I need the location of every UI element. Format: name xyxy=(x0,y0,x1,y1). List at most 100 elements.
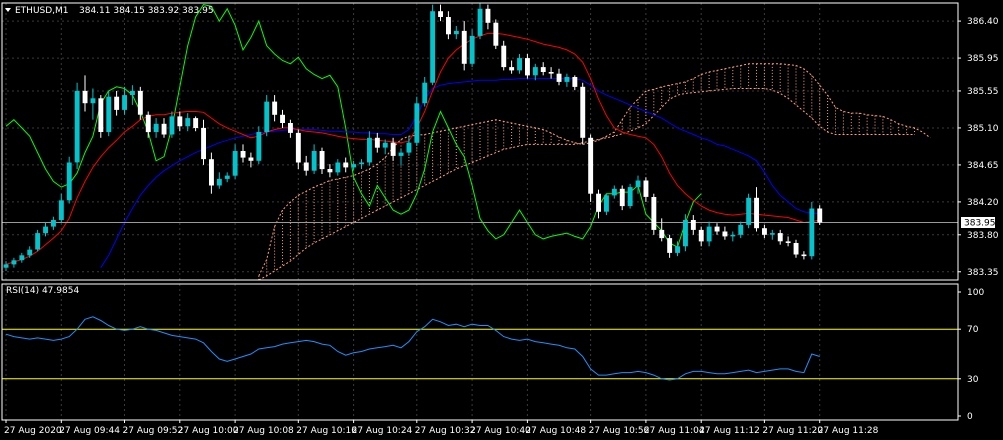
candle-body xyxy=(137,90,143,115)
candle-body xyxy=(762,228,767,235)
candle-body xyxy=(382,142,388,148)
candle-body xyxy=(343,162,349,168)
candle-body xyxy=(619,188,625,207)
time-label: 27 Aug 09:52 xyxy=(123,426,184,436)
candle-body xyxy=(651,197,657,230)
candle-body xyxy=(611,188,617,196)
candle-body xyxy=(359,162,364,165)
time-label: 27 Aug 10:32 xyxy=(415,426,476,436)
candle-body xyxy=(817,208,823,223)
candle-body xyxy=(635,180,641,188)
candle-body xyxy=(106,96,112,132)
candle-body xyxy=(698,229,704,242)
candle-body xyxy=(256,132,262,161)
candle-body xyxy=(406,142,412,153)
candle-body xyxy=(509,67,515,71)
candle-body xyxy=(493,22,499,46)
candle[interactable] xyxy=(98,95,104,138)
candle[interactable] xyxy=(580,82,586,145)
candle-body xyxy=(683,220,688,247)
candle-body xyxy=(501,45,507,68)
candle-body xyxy=(801,254,807,257)
candle-body xyxy=(98,98,104,132)
time-label: 27 Aug 10:16 xyxy=(296,426,357,436)
rsi-tick-label: 30 xyxy=(967,375,979,385)
time-label: 27 Aug 10:24 xyxy=(352,426,413,436)
current-price-label: 383.95 xyxy=(964,219,996,229)
candle-body xyxy=(51,220,56,227)
candle-body xyxy=(422,82,428,104)
candle[interactable] xyxy=(493,19,499,50)
rsi-tick-label: 70 xyxy=(967,325,979,335)
candle-body xyxy=(216,178,222,186)
candle[interactable] xyxy=(430,4,436,86)
candle[interactable] xyxy=(74,82,80,170)
candle[interactable] xyxy=(66,156,72,204)
candle-body xyxy=(572,77,578,87)
candle[interactable] xyxy=(588,134,594,202)
candle[interactable] xyxy=(746,193,752,229)
candle[interactable] xyxy=(414,96,420,147)
time-label: 27 Aug 11:20 xyxy=(762,426,823,436)
candle-body xyxy=(351,164,357,168)
rsi-tick-label: 100 xyxy=(967,288,984,298)
candle[interactable] xyxy=(651,193,657,235)
candle-body xyxy=(145,114,151,133)
candle-body xyxy=(548,72,554,74)
candle-body xyxy=(532,67,538,76)
candle-body xyxy=(248,157,254,161)
candle-body xyxy=(398,152,404,156)
candle-body xyxy=(461,30,467,64)
candle-body xyxy=(769,233,775,235)
candle-body xyxy=(27,249,33,256)
rsi-tick-label: 0 xyxy=(967,412,973,422)
candle-body xyxy=(793,243,799,255)
candle[interactable] xyxy=(106,90,112,137)
candle-body xyxy=(201,127,206,160)
candle-body xyxy=(754,197,759,229)
candle-body xyxy=(706,226,712,242)
candle-body xyxy=(667,238,673,253)
candle[interactable] xyxy=(627,183,633,209)
price-tick-label: 385.95 xyxy=(967,54,999,64)
candle-body xyxy=(785,241,791,243)
price-tick-label: 385.10 xyxy=(967,124,999,134)
candle-body xyxy=(580,86,586,138)
candle-body xyxy=(556,73,562,82)
candle-body xyxy=(722,231,728,237)
time-label: 27 Aug 11:04 xyxy=(644,426,705,436)
price-tick-label: 384.65 xyxy=(967,161,999,171)
main-header: ETHUSD,M1 384.11 384.15 383.92 383.95 xyxy=(5,6,214,16)
symbol-label: ETHUSD,M1 xyxy=(15,6,69,16)
candle-body xyxy=(453,30,459,35)
candle-body xyxy=(90,98,96,104)
candle-body xyxy=(35,233,41,250)
candle-body xyxy=(295,132,301,163)
time-label: 27 Aug 11:12 xyxy=(699,426,760,436)
price-tick-label: 386.40 xyxy=(967,17,999,27)
candle-body xyxy=(374,137,380,148)
candle-body xyxy=(122,95,127,110)
candle[interactable] xyxy=(809,201,815,260)
candle-body xyxy=(588,137,594,194)
candle-body xyxy=(517,58,522,71)
candle-body xyxy=(540,67,546,72)
candle-body xyxy=(564,77,570,82)
candle-body xyxy=(430,11,436,83)
candle-body xyxy=(643,180,649,197)
candle-body xyxy=(675,246,680,253)
time-label: 27 Aug 09:44 xyxy=(59,426,120,436)
candle-body xyxy=(777,233,783,242)
chart-canvas: 27 Aug 202027 Aug 09:44 27 Aug 09:5227 Au… xyxy=(0,0,1003,440)
candle-body xyxy=(596,193,601,212)
candle-body xyxy=(153,123,159,132)
candle-body xyxy=(264,101,270,132)
candle-body xyxy=(311,151,317,171)
candle-body xyxy=(335,162,341,173)
candle-body xyxy=(809,208,815,257)
candle-body xyxy=(193,118,199,128)
candle-body xyxy=(232,151,238,176)
candle-body xyxy=(82,90,88,104)
time-label: 27 Aug 11:28 xyxy=(818,426,879,436)
candle-body xyxy=(446,17,451,35)
